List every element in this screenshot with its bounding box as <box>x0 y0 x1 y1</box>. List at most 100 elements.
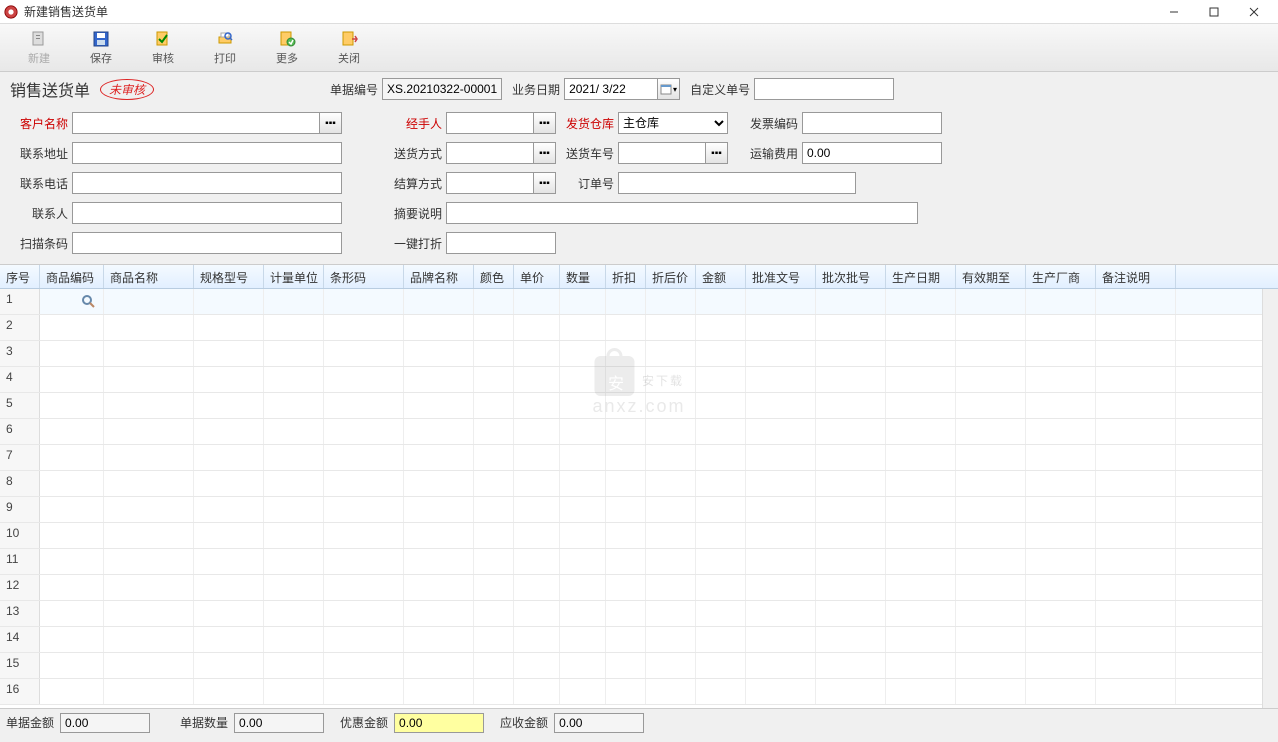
table-row[interactable]: 12 <box>0 575 1278 601</box>
grid-cell[interactable] <box>194 315 264 340</box>
grid-cell[interactable] <box>404 549 474 574</box>
grid-cell[interactable] <box>324 523 404 548</box>
grid-cell[interactable] <box>264 393 324 418</box>
grid-cell[interactable] <box>956 627 1026 652</box>
grid-cell[interactable] <box>324 445 404 470</box>
grid-cell[interactable] <box>606 601 646 626</box>
grid-col-15[interactable]: 生产日期 <box>886 265 956 288</box>
doc-no-field[interactable] <box>382 78 502 100</box>
grid-cell[interactable] <box>560 315 606 340</box>
grid-cell[interactable] <box>404 601 474 626</box>
grid-cell[interactable] <box>746 679 816 704</box>
grid-cell[interactable] <box>264 679 324 704</box>
table-row[interactable]: 15 <box>0 653 1278 679</box>
grid-cell[interactable] <box>816 497 886 522</box>
grid-cell[interactable] <box>696 549 746 574</box>
grid-cell[interactable] <box>1026 653 1096 678</box>
grid-cell[interactable] <box>194 601 264 626</box>
grid-cell[interactable] <box>40 341 104 366</box>
grid-cell[interactable] <box>40 289 104 314</box>
grid-cell[interactable] <box>696 419 746 444</box>
grid-cell[interactable] <box>646 289 696 314</box>
grid-cell[interactable] <box>816 575 886 600</box>
grid-cell[interactable] <box>1096 601 1176 626</box>
grid-cell[interactable] <box>1096 367 1176 392</box>
biz-date-field[interactable] <box>564 78 658 100</box>
grid-cell[interactable] <box>956 497 1026 522</box>
grid-cell[interactable] <box>560 445 606 470</box>
grid-cell[interactable] <box>404 523 474 548</box>
grid-cell[interactable] <box>104 653 194 678</box>
grid-cell[interactable] <box>606 393 646 418</box>
grid-cell[interactable] <box>746 393 816 418</box>
grid-cell[interactable] <box>746 367 816 392</box>
grid-cell[interactable] <box>886 341 956 366</box>
grid-cell[interactable] <box>474 289 514 314</box>
grid-cell[interactable] <box>324 419 404 444</box>
grid-cell[interactable] <box>104 315 194 340</box>
grid-cell[interactable] <box>40 575 104 600</box>
grid-cell[interactable] <box>560 419 606 444</box>
grid-cell[interactable] <box>324 471 404 496</box>
grid-cell[interactable] <box>1026 341 1096 366</box>
grid-cell[interactable]: 10 <box>0 523 40 548</box>
grid-cell[interactable] <box>646 601 696 626</box>
grid-cell[interactable] <box>1096 393 1176 418</box>
ship-fee-field[interactable] <box>802 142 942 164</box>
grid-cell[interactable] <box>194 627 264 652</box>
grid-cell[interactable]: 6 <box>0 419 40 444</box>
grid-cell[interactable] <box>696 497 746 522</box>
grid-cell[interactable] <box>560 549 606 574</box>
grid-cell[interactable] <box>886 497 956 522</box>
grid-cell[interactable] <box>956 419 1026 444</box>
grid-cell[interactable] <box>264 601 324 626</box>
grid-cell[interactable] <box>816 679 886 704</box>
grid-cell[interactable] <box>474 523 514 548</box>
grid-cell[interactable] <box>40 601 104 626</box>
grid-col-14[interactable]: 批次批号 <box>816 265 886 288</box>
grid-cell[interactable] <box>514 315 560 340</box>
grid-cell[interactable] <box>746 549 816 574</box>
grid-cell[interactable] <box>104 549 194 574</box>
grid-cell[interactable] <box>1096 445 1176 470</box>
grid-cell[interactable] <box>324 315 404 340</box>
grid-cell[interactable] <box>696 601 746 626</box>
grid-cell[interactable] <box>956 679 1026 704</box>
grid-cell[interactable] <box>194 575 264 600</box>
grid-cell[interactable] <box>404 497 474 522</box>
grid-cell[interactable] <box>696 679 746 704</box>
grid-cell[interactable] <box>646 679 696 704</box>
grid-cell[interactable] <box>1096 341 1176 366</box>
grid-cell[interactable] <box>194 679 264 704</box>
grid-cell[interactable] <box>746 341 816 366</box>
table-row[interactable]: 2 <box>0 315 1278 341</box>
grid-cell[interactable] <box>474 549 514 574</box>
grid-cell[interactable] <box>696 523 746 548</box>
phone-field[interactable] <box>72 172 342 194</box>
grid-cell[interactable] <box>956 601 1026 626</box>
grid-cell[interactable] <box>1096 497 1176 522</box>
grid-cell[interactable] <box>40 419 104 444</box>
grid-cell[interactable] <box>560 341 606 366</box>
grid-cell[interactable] <box>816 445 886 470</box>
grid-cell[interactable]: 14 <box>0 627 40 652</box>
grid-cell[interactable] <box>646 627 696 652</box>
grid-cell[interactable] <box>956 393 1026 418</box>
grid-cell[interactable] <box>606 653 646 678</box>
grid-cell[interactable] <box>474 419 514 444</box>
grid-cell[interactable] <box>1026 627 1096 652</box>
grid-cell[interactable] <box>104 575 194 600</box>
grid-cell[interactable] <box>404 575 474 600</box>
grid-cell[interactable] <box>514 627 560 652</box>
grid-cell[interactable] <box>474 341 514 366</box>
grid-col-3[interactable]: 规格型号 <box>194 265 264 288</box>
grid-cell[interactable] <box>696 445 746 470</box>
grid-cell[interactable]: 3 <box>0 341 40 366</box>
grid-cell[interactable] <box>104 497 194 522</box>
grid-cell[interactable] <box>816 471 886 496</box>
table-row[interactable]: 3 <box>0 341 1278 367</box>
grid-cell[interactable] <box>746 419 816 444</box>
grid-cell[interactable] <box>404 471 474 496</box>
grid-cell[interactable] <box>264 289 324 314</box>
grid-cell[interactable] <box>474 575 514 600</box>
